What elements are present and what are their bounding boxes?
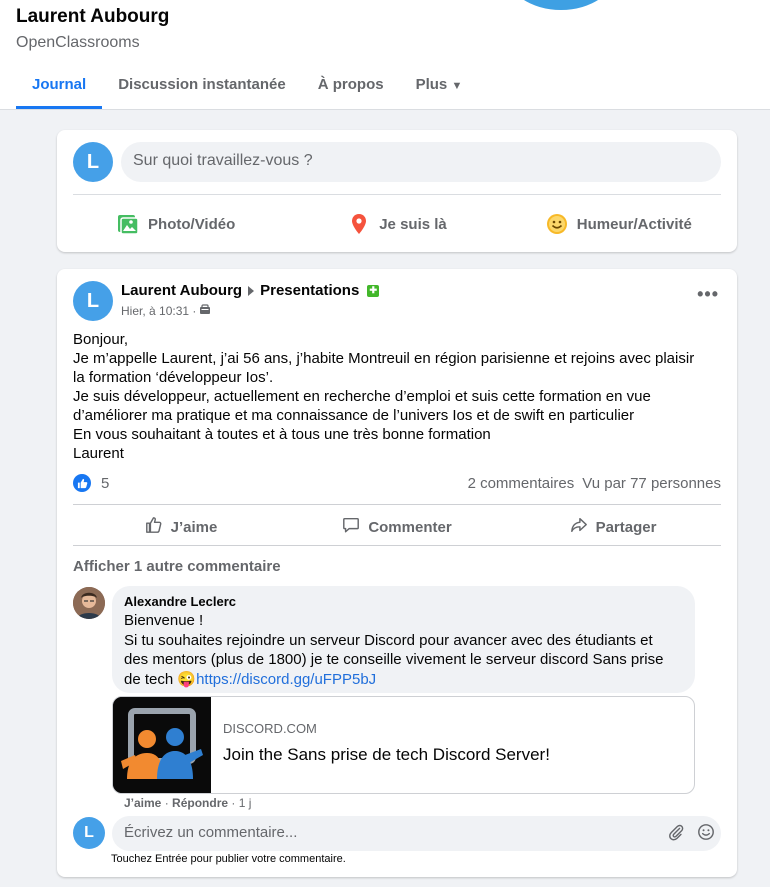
comment-line: Si tu souhaites rejoindre un serveur Dis… <box>124 631 653 649</box>
like-button[interactable]: J’aime <box>73 509 289 545</box>
discord-link[interactable]: https://discord.gg/uFPP5bJ <box>196 671 376 688</box>
tab-label: Plus <box>415 76 448 93</box>
post-text-line: Je suis développeur, actuellement en rec… <box>73 388 651 405</box>
comment-time[interactable]: · 1 j <box>231 796 251 810</box>
emoji-smiley-icon[interactable] <box>697 823 715 845</box>
post-text-line: En vous souhaitant à toutes et à tous un… <box>73 426 491 443</box>
comment-line: des mentors (plus de 1800) je te conseil… <box>124 651 664 668</box>
post-text-line: la formation ‘développeur Ios’. <box>73 369 274 386</box>
link-preview-card[interactable]: DISCORD.COM Join the Sans prise de tech … <box>112 696 695 794</box>
timestamp-link[interactable]: Hier, à 10:31 · <box>121 304 196 318</box>
share-label: Partager <box>595 518 657 536</box>
checkin-button[interactable]: Je suis là <box>286 206 507 242</box>
preview-title: Join the Sans prise de tech Discord Serv… <box>223 745 550 764</box>
location-pin-icon <box>347 212 371 236</box>
comment-author-link[interactable]: Alexandre Leclerc <box>124 594 683 609</box>
tab-label: Journal <box>32 76 87 93</box>
photo-video-label: Photo/Vidéo <box>148 215 236 233</box>
view-more-comments-link[interactable]: Afficher 1 autre commentaire <box>73 558 281 575</box>
post-card: L Laurent Aubourg Presentations ✚ Hier, … <box>57 269 737 877</box>
view-count[interactable]: Vu par 77 personnes <box>582 475 721 492</box>
comment-input[interactable]: Écrivez un commentaire... <box>112 816 721 851</box>
comment-label: Commenter <box>368 518 452 536</box>
link-preview-info: DISCORD.COM Join the Sans prise de tech … <box>211 697 562 793</box>
profile-tabs: Journal Discussion instantanée À propos … <box>16 68 478 109</box>
comment-hint: Touchez Entrée pour publier votre commen… <box>111 853 346 865</box>
thumbs-up-icon <box>145 516 163 538</box>
composer-actions: Photo/Vidéo Je suis là Humeur/Activité <box>65 206 729 242</box>
post-text-line: Je m’appelle Laurent, j’ai 56 ans, j’hab… <box>73 350 695 367</box>
comment-input-tools <box>667 823 715 845</box>
tab-discussion[interactable]: Discussion instantanée <box>102 68 302 109</box>
like-reaction-icon[interactable] <box>73 474 91 492</box>
post-composer: L Sur quoi travaillez-vous ? Photo/Vidéo… <box>57 130 737 252</box>
comment-button[interactable]: Commenter <box>289 509 505 545</box>
photo-video-button[interactable]: Photo/Vidéo <box>65 206 286 242</box>
winking-face-emoji: 😜 <box>177 670 197 688</box>
comment-text: Bienvenue ! Si tu souhaites rejoindre un… <box>124 611 683 689</box>
comment-line: Bienvenue ! <box>124 612 204 629</box>
share-icon <box>570 516 588 538</box>
arrow-right-icon <box>248 285 255 296</box>
divider <box>73 504 721 505</box>
divider <box>73 545 721 546</box>
caret-down-icon: ▼ <box>451 80 463 92</box>
post-stats: 2 commentaires Vu par 77 personnes <box>468 475 721 492</box>
feeling-activity-label: Humeur/Activité <box>576 215 692 233</box>
post-text-line: Laurent <box>73 445 124 462</box>
profile-header: Laurent Aubourg OpenClassrooms Journal D… <box>0 0 770 110</box>
profile-subtitle: OpenClassrooms <box>16 34 140 51</box>
post-header: Laurent Aubourg Presentations ✚ <box>121 282 380 299</box>
smiley-icon <box>545 212 569 236</box>
more-options-icon[interactable]: ••• <box>697 285 719 303</box>
comment-last-line: de tech 😜https://discord.gg/uFPP5bJ <box>124 670 683 690</box>
comment-input-placeholder: Écrivez un commentaire... <box>124 824 298 841</box>
post-actions: J’aime Commenter Partager <box>73 509 721 545</box>
post-text-line: Bonjour, <box>73 331 129 348</box>
reactions-bar: 5 2 commentaires Vu par 77 personnes <box>73 471 721 495</box>
avatar[interactable]: L <box>73 142 113 182</box>
avatar[interactable]: L <box>73 817 105 849</box>
comment-bubble: Alexandre Leclerc Bienvenue ! Si tu souh… <box>112 586 695 693</box>
share-button[interactable]: Partager <box>505 509 721 545</box>
comment-text-fragment: de tech <box>124 670 178 688</box>
tab-label: Discussion instantanée <box>118 76 286 93</box>
discord-server-thumbnail <box>113 697 211 793</box>
feeling-activity-button[interactable]: Humeur/Activité <box>508 206 729 242</box>
attachment-icon[interactable] <box>667 823 685 845</box>
divider <box>73 194 721 195</box>
commenter-avatar[interactable] <box>73 587 105 619</box>
comment-count-link[interactable]: 2 commentaires <box>468 475 575 492</box>
checkin-label: Je suis là <box>379 215 447 233</box>
profile-picture-edge[interactable] <box>505 0 617 10</box>
comment-like-link[interactable]: J’aime <box>124 796 161 810</box>
avatar[interactable]: L <box>73 281 113 321</box>
tab-more[interactable]: Plus ▼ <box>400 68 479 109</box>
group-link[interactable]: Presentations <box>260 282 359 299</box>
post-timestamp: Hier, à 10:31 · <box>121 303 211 318</box>
preview-domain: DISCORD.COM <box>223 721 317 736</box>
comment-meta: J’aime · Répondre · 1 j <box>124 796 252 810</box>
comment-icon <box>342 516 360 538</box>
post-text-line: d’améliorer ma pratique et ma connaissan… <box>73 407 635 424</box>
author-link[interactable]: Laurent Aubourg <box>121 282 242 299</box>
profile-name: Laurent Aubourg <box>16 6 170 27</box>
like-count[interactable]: 5 <box>101 475 109 492</box>
post-body: Bonjour, Je m’appelle Laurent, j’ai 56 a… <box>73 330 733 463</box>
privacy-group-icon <box>199 303 211 318</box>
comment-reply-link[interactable]: Répondre <box>172 796 228 810</box>
group-badge-icon: ✚ <box>367 284 380 297</box>
composer-input[interactable]: Sur quoi travaillez-vous ? <box>121 142 721 182</box>
like-label: J’aime <box>170 518 218 536</box>
photo-icon <box>116 212 140 236</box>
tab-about[interactable]: À propos <box>302 68 400 109</box>
tab-journal[interactable]: Journal <box>16 68 103 109</box>
tab-label: À propos <box>317 76 384 93</box>
